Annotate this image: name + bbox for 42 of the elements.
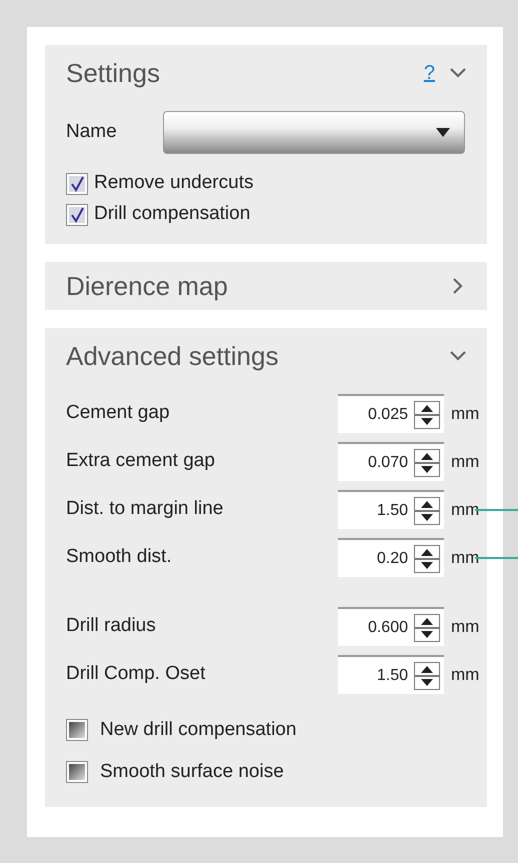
checkbox[interactable] [66, 719, 88, 741]
field-label: Smooth dist. [66, 545, 173, 570]
unit-label: mm [451, 616, 480, 638]
spinner-arrows-icon[interactable] [414, 614, 440, 642]
checkbox-label: Remove undercuts [94, 171, 254, 196]
field-label: Extra cement gap [66, 449, 216, 474]
number-spinner[interactable]: 0.070 [338, 442, 444, 481]
section-title: Settings [66, 56, 160, 90]
number-spinner[interactable]: 1.50 [338, 490, 444, 529]
checkbox-label: Smooth surface noise [100, 760, 284, 784]
section-header[interactable]: Dierence map [45, 262, 487, 310]
unit-label: mm [451, 664, 480, 686]
checkbox[interactable] [66, 172, 88, 194]
spinner-arrows-icon[interactable] [414, 544, 440, 572]
section-header[interactable]: Settings ? [45, 45, 487, 101]
number-spinner[interactable]: 0.600 [338, 607, 444, 646]
spinner-arrows-icon[interactable] [414, 496, 440, 524]
spinner-arrows-icon[interactable] [414, 448, 440, 476]
spinner-arrows-icon[interactable] [414, 400, 440, 428]
section-header[interactable]: Advanced settings [45, 328, 487, 384]
name-dropdown[interactable] [163, 111, 465, 154]
checkbox[interactable] [66, 761, 88, 783]
unit-label: mm [451, 402, 480, 425]
spinner-arrows-icon[interactable] [414, 662, 440, 690]
help-link[interactable]: ? [424, 58, 435, 88]
field-label: Cement gap [66, 401, 171, 426]
section-title: Advanced settings [66, 340, 278, 372]
field-label: Name [66, 120, 118, 144]
checkbox-label: Drill compensation [94, 202, 250, 226]
number-spinner[interactable]: 1.50 [338, 655, 444, 694]
unit-label: mm [451, 498, 480, 521]
number-spinner[interactable]: 0.025 [338, 394, 444, 433]
checkbox[interactable] [66, 204, 88, 226]
field-label: Drill radius [66, 614, 157, 638]
checkbox-label: New drill compensation [100, 718, 296, 742]
section-title: Dierence map [66, 270, 228, 302]
unit-label: mm [451, 546, 480, 569]
unit-label: mm [451, 450, 480, 473]
dropdown-arrow-icon [436, 128, 450, 137]
number-spinner[interactable]: 0.20 [338, 538, 444, 577]
field-label: Dist. to margin line [66, 497, 224, 522]
field-label: Drill Comp. Oset [66, 662, 206, 686]
